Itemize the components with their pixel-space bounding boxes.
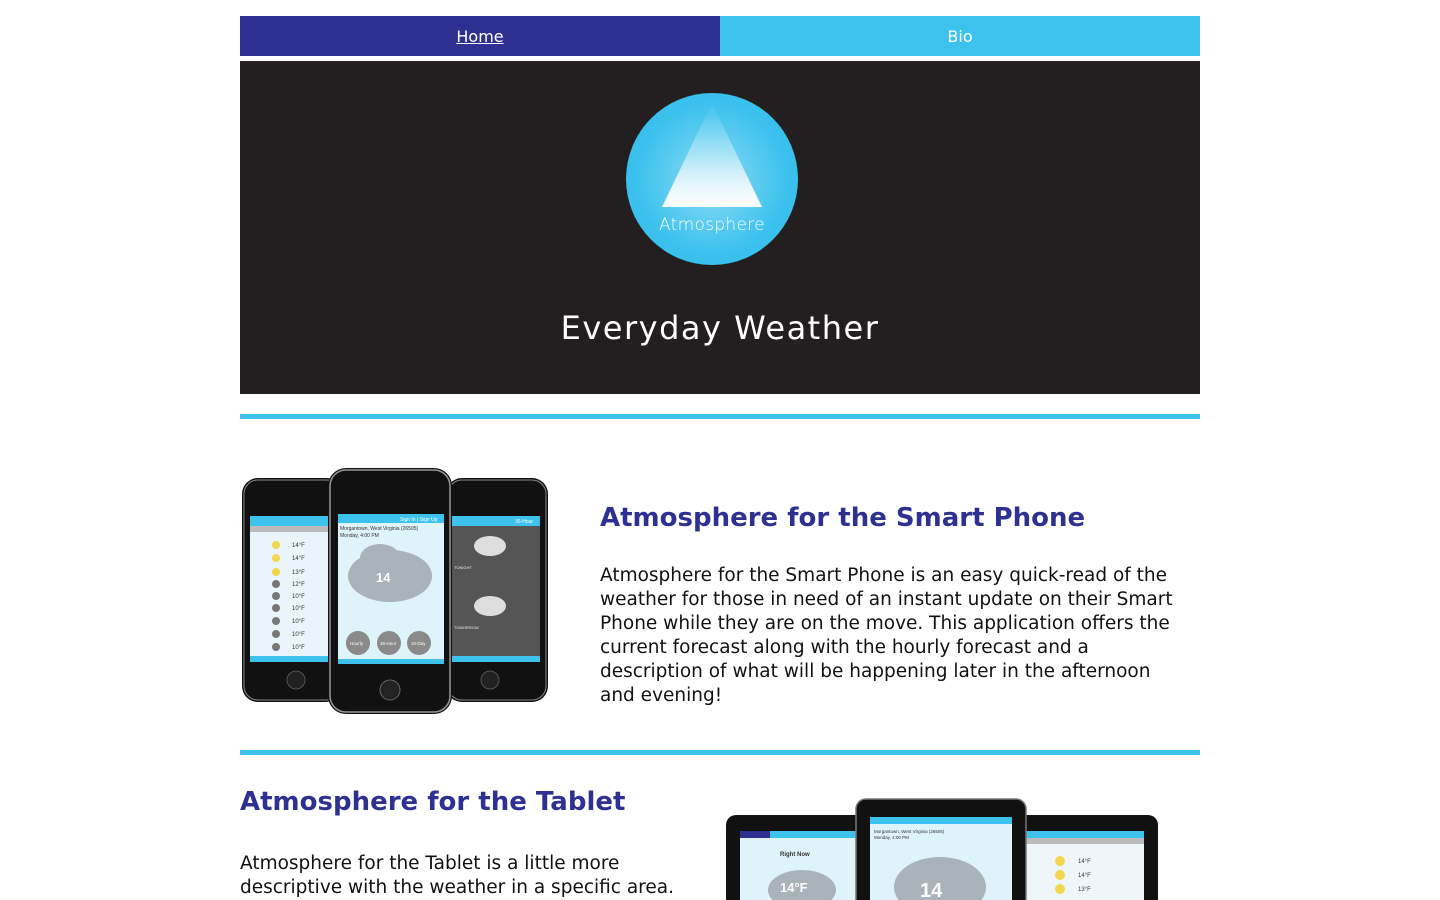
- tablet-section-title: Atmosphere for the Tablet: [240, 787, 626, 817]
- nav-home-link[interactable]: Home: [240, 16, 720, 56]
- phone-left-temp: 12°F: [292, 582, 305, 588]
- phone-left-temp: 14°F: [292, 543, 305, 549]
- tablet-center-location: Morgantown, West Virginia (26505): [874, 829, 945, 834]
- phone-left-temp: 10°F: [292, 645, 305, 651]
- phone-center-date: Monday, 4:00 PM: [340, 533, 379, 539]
- phone-tomorrow-label: TOMORROW: [454, 625, 479, 630]
- tablet-right-temp: 14°F: [1078, 859, 1091, 865]
- nav-bio-link[interactable]: Bio: [720, 16, 1200, 56]
- tablet-section-body: Atmosphere for the Tablet is a little mo…: [240, 853, 674, 898]
- hero-banner: Atmosphere Everyday Weather: [240, 61, 1200, 394]
- phone-left-temp: 10°F: [292, 619, 305, 625]
- phone-section-body: Atmosphere for the Smart Phone is an eas…: [600, 565, 1173, 706]
- logo-text: Atmosphere: [659, 215, 765, 235]
- top-nav: Home Bio: [240, 16, 1200, 56]
- phone-btn-36: 36-Hour: [380, 641, 397, 646]
- tablet-mockup-image: Right Now 14°F 14°F 14°F 13°F Morgantown…: [722, 795, 1162, 900]
- tablet-right-temp: 13°F: [1078, 887, 1091, 893]
- phone-tonight-label: TONIGHT: [454, 565, 472, 570]
- phone-center-location: Morgantown, West Virginia (26505): [340, 526, 419, 532]
- atmosphere-logo: Atmosphere: [626, 93, 798, 265]
- hero-title: Everyday Weather: [560, 309, 880, 347]
- phone-signin-label: Sign In | Sign Up: [400, 517, 438, 523]
- phone-36-tab: 36-Hour: [515, 519, 533, 525]
- tablet-center-date: Monday, 4:00 PM: [874, 835, 909, 840]
- phone-btn-hourly: Hourly: [350, 641, 364, 646]
- section-divider: [240, 414, 1200, 419]
- phone-section-title: Atmosphere for the Smart Phone: [600, 503, 1086, 533]
- smartphone-mockup-image: 14°F 14°F 13°F 12°F 10°F 10°F 10°F 10°F …: [240, 466, 550, 716]
- tablet-right-temp: 14°F: [1078, 873, 1091, 879]
- section-divider: [240, 750, 1200, 755]
- tablet-center-temp: 14: [920, 880, 943, 900]
- tablet-left-temp: 14°F: [780, 880, 808, 895]
- phone-left-temp: 14°F: [292, 556, 305, 562]
- phone-left-temp: 10°F: [292, 606, 305, 612]
- phone-left-temp: 13°F: [292, 570, 305, 576]
- phone-left-temp: 10°F: [292, 594, 305, 600]
- phone-left-temp: 10°F: [292, 632, 305, 638]
- phone-btn-10: 10-Day: [411, 641, 426, 646]
- tablet-right-now: Right Now: [780, 852, 810, 858]
- phone-center-temp: 14: [376, 570, 391, 585]
- logo-triangle-icon: [662, 103, 762, 207]
